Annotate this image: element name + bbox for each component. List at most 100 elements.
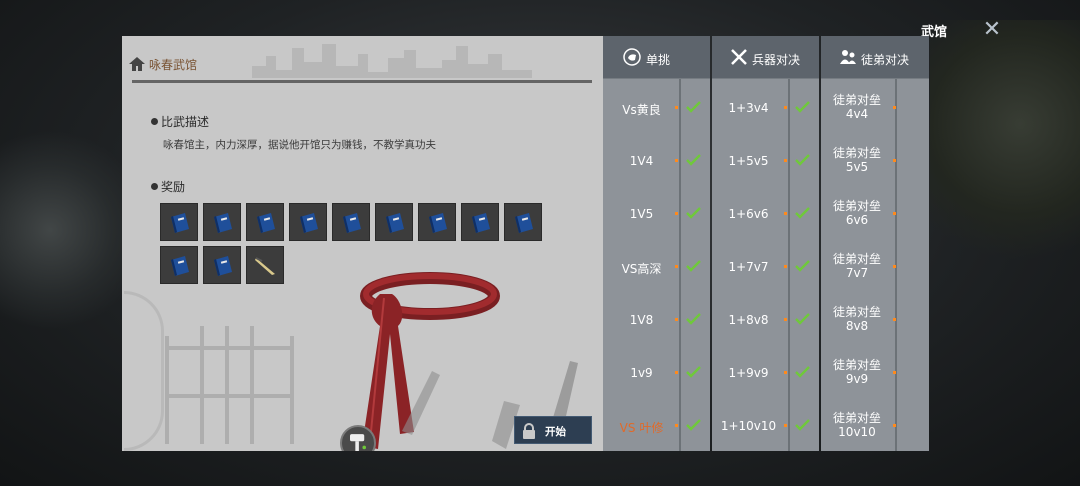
crossed-swords-icon [731, 49, 747, 65]
book-icon [257, 213, 275, 233]
reward-item[interactable] [246, 246, 284, 284]
panel-title: 咏春武馆 [149, 58, 198, 72]
orange-marker [675, 212, 678, 215]
disciple-duel-row-label[interactable]: 徒弟对垒10v10 [823, 411, 891, 439]
orange-marker [893, 212, 896, 215]
book-icon [171, 213, 189, 233]
tab-single-duel-label: 单挑 [646, 53, 671, 67]
disciple-duel-column: 徒弟对决 徒弟对垒4v4 徒弟对垒5v5 徒弟对垒6v6 徒弟对垒7v7 徒弟对垒8v8… [821, 36, 929, 451]
skyline-decoration [252, 44, 532, 78]
header-divider [132, 80, 592, 83]
start-label: 开始 [545, 426, 566, 438]
orange-marker [675, 371, 678, 374]
single-duel-row-label[interactable]: 1v9 [605, 366, 678, 380]
weapon-duel-row-label[interactable]: 1+8v8 [712, 313, 785, 327]
tab-disciple-duel[interactable]: 徒弟对决 [821, 36, 929, 79]
single-duel-row-label[interactable]: 1V8 [605, 313, 678, 327]
checkmark-icon [795, 207, 810, 219]
disciples-icon [840, 50, 856, 64]
orange-marker [784, 212, 787, 215]
orange-marker [893, 424, 896, 427]
reward-item[interactable] [461, 203, 499, 241]
single-duel-column: 单挑 Vs黄良 1V4 1V5 VS高深 1V8 1v9 VS 叶修 [603, 36, 710, 451]
paint-roller-icon [350, 434, 366, 451]
checkmark-icon [686, 101, 701, 113]
dojo-info-panel: 咏春武馆 比武描述 咏春馆主，内力深厚，据说他开馆只为赚钱，不教学真功夫 奖励 [122, 36, 603, 451]
bow-decoration [124, 291, 164, 451]
disciple-duel-row-label[interactable]: 徒弟对垒5v5 [823, 146, 891, 174]
weapon-duel-row-label[interactable]: 1+6v6 [712, 207, 785, 221]
reward-heading-label: 奖励 [161, 180, 186, 194]
background-foliage-left [0, 110, 125, 350]
single-duel-row-label[interactable]: VS 叶修 [605, 419, 678, 436]
checkmark-icon [686, 260, 701, 272]
checkmark-icon [795, 366, 810, 378]
book-icon [386, 213, 404, 233]
weapon-duel-row-label[interactable]: 1+3v4 [712, 101, 785, 115]
checkmark-icon [686, 313, 701, 325]
fist-icon [623, 48, 641, 66]
tab-single-duel[interactable]: 单挑 [603, 36, 710, 79]
book-icon [515, 213, 533, 233]
disciple-duel-row-label[interactable]: 徒弟对垒6v6 [823, 199, 891, 227]
weapon-duel-row-label[interactable]: 1+9v9 [712, 366, 785, 380]
book-icon [214, 256, 232, 276]
reward-item[interactable] [375, 203, 413, 241]
checkmark-icon [795, 154, 810, 166]
paint-roller-button[interactable] [340, 425, 376, 451]
reward-item[interactable] [418, 203, 456, 241]
close-button[interactable]: ✕ [980, 18, 1004, 42]
checkmark-icon [795, 313, 810, 325]
reward-item[interactable] [332, 203, 370, 241]
weapon-duel-column: 兵器对决 1+3v4 1+5v5 1+6v6 1+7v7 1+8v8 1+9v9 1+10v… [712, 36, 819, 451]
reward-item[interactable] [203, 203, 241, 241]
orange-marker [784, 265, 787, 268]
single-duel-row-label[interactable]: VS高深 [605, 260, 678, 277]
column-divider [788, 79, 790, 451]
book-icon [343, 213, 361, 233]
book-icon [171, 256, 189, 276]
orange-marker [893, 159, 896, 162]
description-heading-label: 比武描述 [161, 115, 210, 129]
tab-weapon-duel[interactable]: 兵器对决 [712, 36, 819, 79]
reward-item[interactable] [160, 203, 198, 241]
checkmark-icon [795, 260, 810, 272]
disciple-duel-row-label[interactable]: 徒弟对垒7v7 [823, 252, 891, 280]
checkmark-icon [795, 101, 810, 113]
checkmark-icon [686, 419, 701, 431]
lock-icon [523, 423, 535, 439]
checkmark-icon [686, 366, 701, 378]
disciple-duel-row-label[interactable]: 徒弟对垒4v4 [823, 93, 891, 121]
orange-marker [784, 159, 787, 162]
reward-item[interactable] [160, 246, 198, 284]
reward-heading: 奖励 [151, 178, 185, 195]
dart-icon [255, 257, 275, 275]
checkmark-icon [686, 207, 701, 219]
orange-marker [893, 318, 896, 321]
orange-marker [893, 106, 896, 109]
tab-weapon-duel-label: 兵器对决 [752, 53, 801, 67]
single-duel-row-label[interactable]: 1V4 [605, 154, 678, 168]
orange-marker [675, 424, 678, 427]
disciple-duel-row-label[interactable]: 徒弟对垒9v9 [823, 358, 891, 386]
reward-item[interactable] [203, 246, 241, 284]
orange-marker [784, 424, 787, 427]
reward-item[interactable] [246, 203, 284, 241]
description-text: 咏春馆主，内力深厚，据说他开馆只为赚钱，不教学真功夫 [163, 139, 436, 151]
start-button[interactable]: 开始 [514, 416, 592, 444]
book-icon [214, 213, 232, 233]
weapon-duel-row-label[interactable]: 1+10v10 [712, 419, 785, 433]
single-duel-row-label[interactable]: 1V5 [605, 207, 678, 221]
book-icon [429, 213, 447, 233]
book-icon [300, 213, 318, 233]
orange-marker [893, 371, 896, 374]
book-icon [472, 213, 490, 233]
weapon-duel-row-label[interactable]: 1+7v7 [712, 260, 785, 274]
reward-item[interactable] [289, 203, 327, 241]
single-duel-row-label[interactable]: Vs黄良 [605, 101, 678, 118]
background-foliage-right [930, 20, 1080, 280]
checkmark-icon [795, 419, 810, 431]
reward-item[interactable] [504, 203, 542, 241]
weapon-duel-row-label[interactable]: 1+5v5 [712, 154, 785, 168]
disciple-duel-row-label[interactable]: 徒弟对垒8v8 [823, 305, 891, 333]
